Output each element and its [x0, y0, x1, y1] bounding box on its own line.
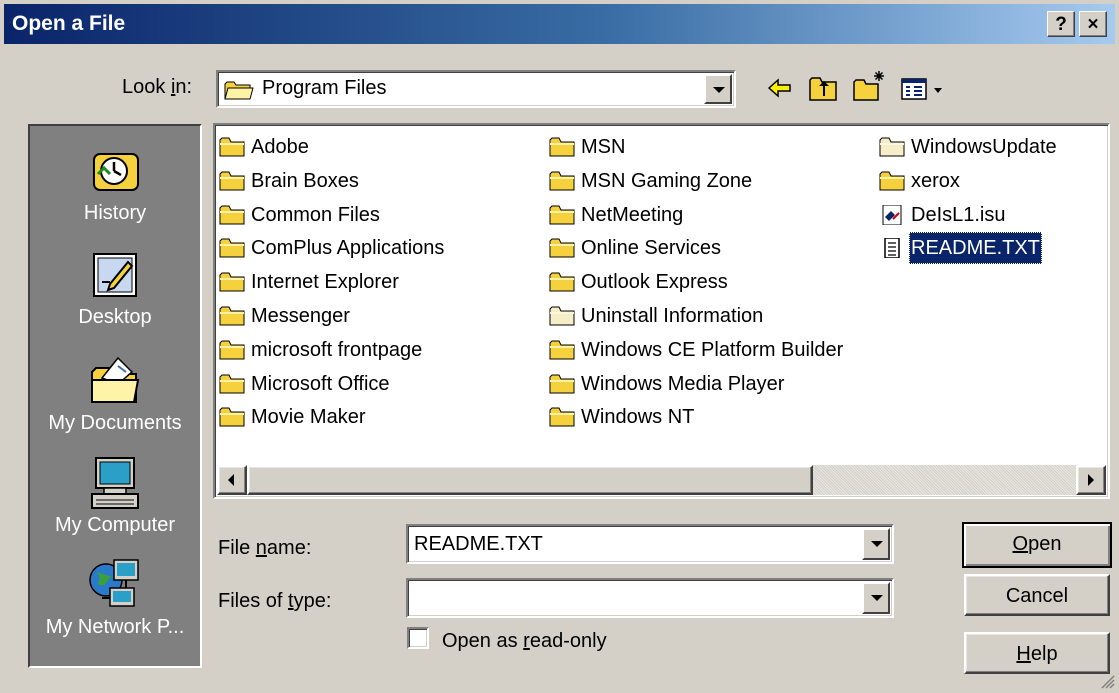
file-list-item-label: WindowsUpdate: [911, 136, 1057, 158]
horizontal-scrollbar[interactable]: [217, 465, 1106, 495]
places-my-computer[interactable]: My Computer: [30, 456, 200, 537]
folder-icon: [219, 205, 245, 225]
file-list-item-label: Internet Explorer: [251, 271, 399, 294]
file-list-item-label: Windows CE Platform Builder: [581, 338, 844, 361]
file-list-item-label: MSN: [581, 136, 626, 158]
scroll-right-arrow-icon: [1088, 474, 1094, 486]
close-title-button[interactable]: ×: [1079, 11, 1107, 37]
file-list-item-label: Microsoft Office: [251, 372, 390, 395]
open-file-dialog: Open a File ? × Look in: Program Files H…: [0, 0, 1119, 693]
look-in-value: Program Files: [262, 77, 387, 99]
file-list-item-label: microsoft frontpage: [251, 338, 423, 361]
places-my-network-places[interactable]: My Network P...: [30, 558, 200, 639]
places-history[interactable]: History: [30, 144, 200, 225]
file-list-item-label: Online Services: [581, 237, 722, 260]
places-history-label: History: [83, 202, 147, 224]
file-list-item-label: Common Files: [251, 203, 380, 226]
places-desktop[interactable]: Desktop: [30, 248, 200, 329]
folder-icon: [219, 340, 245, 360]
read-only-checkbox[interactable]: [407, 627, 429, 649]
places-my-network-places-label: My Network P...: [45, 616, 185, 638]
look-in-combo[interactable]: Program Files: [216, 70, 736, 108]
file-list-item-label: MSN Gaming Zone: [581, 169, 753, 192]
file-list-item-label: Windows Media Player: [581, 372, 785, 395]
file-list-item-label: Windows NT: [581, 406, 695, 429]
file-list-item-label: Brain Boxes: [251, 169, 359, 192]
help-button[interactable]: Help: [964, 632, 1110, 674]
file-list-item-label: Movie Maker: [251, 406, 366, 429]
look-in-dropdown-button[interactable]: [704, 74, 732, 104]
desktop-icon: [93, 253, 137, 297]
scroll-thumb[interactable]: [247, 465, 813, 495]
file-list-item-label: xerox: [911, 169, 960, 192]
folder-icon: [549, 306, 575, 326]
cancel-button[interactable]: Cancel: [964, 574, 1110, 616]
folder-icon: [879, 171, 905, 191]
folder-icon: [219, 272, 245, 292]
new-folder-icon[interactable]: [852, 70, 886, 102]
scroll-right-button[interactable]: [1076, 465, 1106, 495]
file-name-dropdown-button[interactable]: [862, 528, 890, 560]
folder-icon: [219, 171, 245, 191]
size-grip-icon[interactable]: [1099, 673, 1115, 689]
folder-open-icon: [224, 81, 254, 100]
folder-icon: [549, 238, 575, 258]
file-list-item-label: README.TXT: [909, 232, 1042, 265]
folder-icon: [549, 407, 575, 427]
scroll-left-button[interactable]: [217, 465, 247, 495]
folder-icon: [219, 407, 245, 427]
scroll-left-arrow-icon: [228, 474, 234, 486]
file-name-input[interactable]: README.TXT: [414, 533, 543, 556]
text-file-icon: [884, 238, 900, 259]
folder-icon: [219, 137, 245, 157]
file-list-item-label: Messenger: [251, 305, 350, 327]
title-bar[interactable]: Open a File ? ×: [4, 4, 1115, 44]
my-network-places-icon: [89, 559, 139, 607]
places-my-computer-label: My Computer: [54, 514, 176, 536]
folder-icon: [219, 306, 245, 326]
files-of-type-dropdown-button[interactable]: [862, 582, 890, 614]
places-my-documents-label: My Documents: [48, 412, 182, 434]
folder-icon: [549, 374, 575, 394]
up-one-level-icon[interactable]: [808, 74, 838, 102]
folder-icon: [549, 137, 575, 157]
file-list-item-label: DeIsL1.isu: [911, 203, 1006, 226]
file-list-item-label: ComPlus Applications: [251, 237, 445, 260]
history-icon: [93, 153, 139, 191]
folder-icon: [219, 374, 245, 394]
folder-icon: [219, 238, 245, 258]
file-list-item-label: Adobe: [251, 136, 309, 158]
folder-icon: [549, 171, 575, 191]
files-of-type-combo[interactable]: [406, 578, 894, 618]
back-arrow-icon[interactable]: [766, 76, 794, 100]
my-documents-icon: [91, 356, 140, 403]
folder-icon: [549, 272, 575, 292]
open-button[interactable]: Open: [962, 522, 1112, 568]
install-log-icon: [882, 204, 902, 225]
file-list[interactable]: Adobe Brain Boxes Common Files ComPlus Appl…: [213, 123, 1110, 499]
view-menu-icon[interactable]: [900, 76, 946, 102]
places-my-documents[interactable]: My Documents: [30, 354, 200, 435]
file-list-item-label: Uninstall Information: [581, 305, 764, 327]
read-only-label[interactable]: Open as read-only: [442, 630, 607, 653]
folder-icon: [879, 137, 905, 157]
places-desktop-label: Desktop: [78, 306, 152, 328]
file-name-label: File name:: [218, 537, 312, 559]
folder-icon: [549, 340, 575, 360]
files-of-type-label: Files of type:: [218, 590, 332, 612]
file-list-item-label: Outlook Express: [581, 271, 728, 294]
window-title: Open a File: [12, 12, 126, 35]
file-name-combo[interactable]: README.TXT: [406, 524, 894, 564]
places-bar: History Desktop My Documents My Computer…: [28, 124, 202, 668]
file-list-item-label: NetMeeting: [581, 203, 684, 226]
help-title-button[interactable]: ?: [1047, 11, 1075, 37]
look-in-label: Look in:: [122, 76, 193, 98]
folder-icon: [549, 205, 575, 225]
my-computer-icon: [91, 457, 139, 509]
